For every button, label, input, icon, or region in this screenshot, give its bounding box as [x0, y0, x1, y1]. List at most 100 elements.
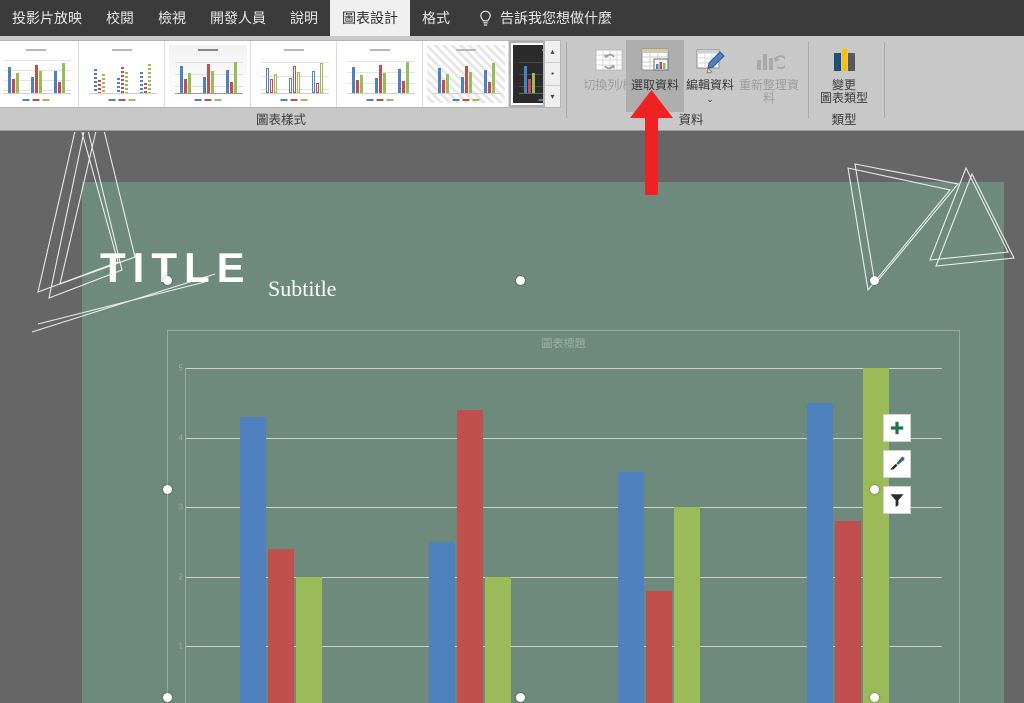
chart-elements-button[interactable] — [883, 414, 911, 442]
switch-row-column-icon — [593, 44, 625, 76]
group-separator — [808, 42, 809, 118]
selection-handle-n[interactable] — [515, 275, 525, 285]
selection-handle-ne[interactable] — [869, 275, 879, 285]
tab-view[interactable]: 檢視 — [146, 0, 198, 36]
tab-label: 開發人員 — [210, 10, 266, 26]
chart-style-preview — [340, 45, 419, 103]
slide-canvas[interactable]: TITLE Subtitle 圖表標題 0 1 2 3 4 5 — [0, 132, 1024, 703]
change-chart-type-icon — [828, 44, 860, 76]
tab-chart-design[interactable]: 圖表設計 — [330, 0, 410, 36]
chart-style-preview — [426, 45, 505, 103]
bar[interactable] — [267, 548, 294, 703]
tab-label: 圖表設計 — [342, 10, 398, 26]
tell-me-box[interactable]: 告訴我您想做什麼 — [462, 0, 622, 36]
edit-data-label: 編輯資料 ⌄ — [684, 79, 736, 106]
chart-styles-button[interactable] — [883, 450, 911, 478]
bar[interactable] — [645, 590, 672, 703]
group-separator — [566, 42, 567, 118]
gallery-scroll-more-button[interactable]: ▾ — [545, 86, 560, 107]
chart-style-thumb[interactable] — [79, 41, 165, 107]
chart-plot-area[interactable]: 0 1 2 3 4 5 — [179, 364, 942, 703]
y-tick-label: 4 — [178, 433, 183, 443]
refresh-data-icon — [753, 44, 788, 76]
slide[interactable]: TITLE Subtitle 圖表標題 0 1 2 3 4 5 — [82, 182, 1004, 703]
tab-label: 校閱 — [106, 10, 134, 26]
chevron-down-icon[interactable]: ⌄ — [706, 94, 714, 104]
bar[interactable] — [456, 409, 483, 703]
gallery-scroll-thumb[interactable]: ▪ — [545, 63, 560, 86]
tab-slideshow[interactable]: 投影片放映 — [0, 0, 94, 36]
tab-label: 說明 — [290, 10, 318, 26]
chart-style-preview — [168, 45, 247, 103]
select-data-label: 選取資料 — [630, 78, 679, 92]
slide-title[interactable]: TITLE — [100, 244, 252, 292]
plus-icon — [890, 421, 904, 435]
powerpoint-window: 投影片放映 校閱 檢視 開發人員 說明 圖表設計 格式 告訴我您想做什麼 ▴ ▪… — [0, 0, 1024, 703]
bar-group[interactable] — [806, 368, 889, 703]
edit-data-button[interactable]: 編輯資料 ⌄ — [684, 40, 736, 112]
change-chart-type-line2: 圖表類型 — [819, 91, 868, 105]
refresh-data-button[interactable]: 重新整理資料 — [736, 40, 802, 112]
bar[interactable] — [834, 521, 861, 703]
y-tick-label: 2 — [178, 572, 183, 582]
chart-style-preview — [82, 45, 161, 103]
chart-style-preview — [512, 45, 543, 103]
selection-handle-s[interactable] — [515, 692, 525, 702]
chart-title[interactable]: 圖表標題 — [167, 335, 960, 351]
tab-label: 檢視 — [158, 10, 186, 26]
selection-handle-e[interactable] — [869, 484, 879, 494]
bar-group[interactable] — [617, 368, 700, 703]
selection-handle-w[interactable] — [162, 484, 172, 494]
tab-review[interactable]: 校閱 — [94, 0, 146, 36]
bar-group[interactable] — [428, 368, 511, 703]
bar-groups[interactable] — [186, 368, 942, 703]
selection-handle-se[interactable] — [869, 692, 879, 702]
bar[interactable] — [239, 416, 266, 703]
chart-object[interactable]: 圖表標題 0 1 2 3 4 5 類別 1 — [167, 330, 960, 703]
chart-style-thumb[interactable] — [337, 41, 423, 107]
refresh-data-label: 重新整理資料 — [738, 78, 799, 105]
bar[interactable] — [484, 576, 511, 703]
funnel-icon — [890, 494, 904, 507]
select-data-icon — [639, 44, 671, 76]
group-label-chart-styles: 圖表樣式 — [255, 113, 306, 127]
edit-data-icon — [694, 44, 726, 76]
chart-side-buttons — [883, 414, 911, 522]
ribbon-body: ▴ ▪ ▾ 圖表樣式 切換列/欄 選取資料 編輯資料 ⌄ 重新整理資料 資料 變… — [0, 36, 1024, 131]
change-chart-type-button[interactable]: 變更 圖表類型 — [812, 40, 876, 112]
bar[interactable] — [428, 542, 455, 703]
chart-style-thumb[interactable] — [0, 41, 79, 107]
chart-style-thumb-selected[interactable] — [509, 41, 543, 107]
slide-subtitle[interactable]: Subtitle — [268, 276, 336, 302]
selection-handle-nw[interactable] — [162, 275, 172, 285]
chart-styles-gallery[interactable] — [0, 40, 544, 108]
chart-style-thumb[interactable] — [423, 41, 509, 107]
change-chart-type-label: 變更 圖表類型 — [820, 79, 868, 105]
gallery-scroll-up-button[interactable]: ▴ — [545, 41, 560, 64]
group-separator — [884, 42, 885, 118]
chart-style-thumb[interactable] — [251, 41, 337, 107]
bar[interactable] — [673, 507, 700, 703]
bar[interactable] — [806, 402, 833, 703]
selection-handle-sw[interactable] — [162, 692, 172, 702]
tab-format[interactable]: 格式 — [410, 0, 462, 36]
change-chart-type-line1: 變更 — [831, 78, 856, 92]
group-label-data: 資料 — [678, 113, 704, 127]
chart-style-thumb[interactable] — [165, 41, 251, 107]
bar[interactable] — [617, 472, 644, 703]
chart-style-preview — [0, 45, 75, 103]
chart-style-preview — [254, 45, 333, 103]
paintbrush-icon — [890, 456, 905, 470]
bar[interactable] — [295, 576, 322, 703]
chart-filters-button[interactable] — [883, 486, 911, 514]
group-label-type: 類型 — [831, 113, 857, 127]
tab-help[interactable]: 說明 — [278, 0, 330, 36]
tab-developer[interactable]: 開發人員 — [198, 0, 278, 36]
bar-group[interactable] — [239, 368, 322, 703]
y-tick-label: 1 — [178, 641, 183, 651]
select-data-button[interactable]: 選取資料 — [626, 40, 684, 112]
gallery-scrollbar[interactable]: ▴ ▪ ▾ — [544, 40, 561, 108]
edit-data-text: 編輯資料 — [685, 78, 734, 92]
tell-me-label: 告訴我您想做什麼 — [500, 10, 612, 26]
y-tick-label: 3 — [178, 502, 183, 512]
